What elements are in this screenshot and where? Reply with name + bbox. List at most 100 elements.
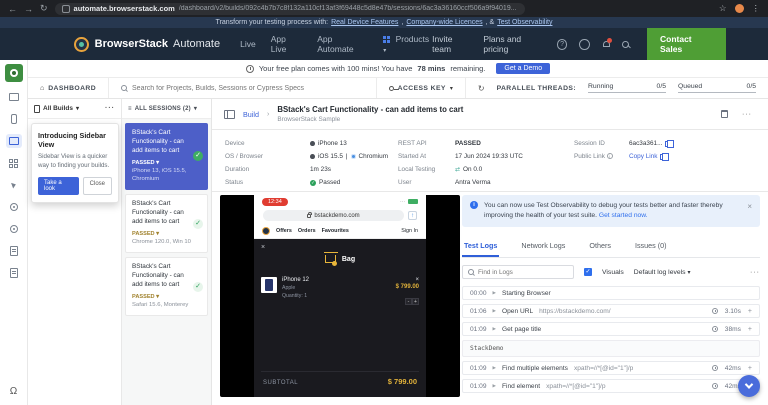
bookmark-star-icon[interactable]: ☆ bbox=[719, 3, 727, 14]
account-icon[interactable] bbox=[579, 38, 590, 50]
tab-test-logs[interactable]: Test Logs bbox=[462, 237, 500, 258]
nav-orders[interactable]: Orders bbox=[298, 228, 316, 234]
sessions-panel-header[interactable]: ≡ ALL SESSIONS (2) ▾ bbox=[122, 99, 211, 119]
automate-icon[interactable] bbox=[5, 134, 22, 148]
collapse-sidebar-icon[interactable] bbox=[224, 109, 235, 119]
search-input[interactable] bbox=[132, 84, 364, 92]
dashboard-button[interactable]: ⌂ DASHBOARD bbox=[28, 78, 110, 98]
contact-sales-button[interactable]: Contact Sales bbox=[647, 28, 726, 60]
all-builds-dropdown[interactable]: All Builds bbox=[43, 105, 73, 112]
app-automate-icon[interactable] bbox=[6, 156, 22, 170]
session-status-dropdown[interactable]: PASSED ▾ bbox=[132, 293, 193, 300]
chevron-down-icon[interactable]: ▾ bbox=[76, 105, 79, 112]
search-icon[interactable] bbox=[622, 40, 629, 48]
copy-icon[interactable] bbox=[660, 152, 670, 161]
app-live-icon[interactable] bbox=[6, 112, 22, 126]
session-more-icon[interactable]: ··· bbox=[742, 111, 752, 118]
play-icon[interactable]: ▶ bbox=[493, 326, 496, 332]
invite-team-button[interactable]: Invite team bbox=[432, 34, 471, 54]
take-a-look-button[interactable]: Take a look bbox=[38, 176, 79, 195]
global-search[interactable] bbox=[109, 78, 377, 98]
builds-more-icon[interactable]: ··· bbox=[105, 105, 115, 112]
get-started-link[interactable]: Get started now. bbox=[599, 212, 648, 219]
percy-icon[interactable] bbox=[6, 178, 22, 192]
nav-products[interactable]: Products ▾ bbox=[383, 34, 432, 54]
session-video-player[interactable]: 12:34 ··· bstackdemo.com ↑ Offers Orders… bbox=[220, 195, 460, 397]
support-headset-icon[interactable]: Ω bbox=[10, 386, 17, 397]
promo-link-licences[interactable]: Company-wide Licences bbox=[406, 19, 482, 26]
forward-icon[interactable]: → bbox=[24, 4, 33, 14]
queued-threads: Queued 0/5 bbox=[678, 83, 756, 93]
expand-icon[interactable]: + bbox=[748, 308, 752, 315]
refresh-icon[interactable]: ↻ bbox=[40, 3, 48, 14]
close-banner-icon[interactable]: × bbox=[747, 201, 752, 221]
access-key-dropdown[interactable]: ACCESS KEY ▾ bbox=[377, 78, 466, 98]
close-button[interactable]: Close bbox=[82, 176, 112, 195]
nav-app-live[interactable]: App Live bbox=[271, 34, 303, 54]
code-quality-icon[interactable] bbox=[6, 266, 22, 280]
accessibility-icon[interactable] bbox=[6, 222, 22, 236]
play-icon[interactable]: ▶ bbox=[493, 365, 496, 371]
tab-issues[interactable]: Issues (0) bbox=[633, 237, 669, 257]
copy-icon[interactable] bbox=[665, 139, 675, 148]
session-card[interactable]: BStack's Cart Functionality - can add it… bbox=[125, 256, 208, 316]
chat-widget-button[interactable] bbox=[738, 375, 760, 397]
live-icon[interactable] bbox=[6, 90, 22, 104]
breadcrumb-build[interactable]: Build bbox=[243, 110, 259, 119]
log-row[interactable]: 01:09 ▶ Find element xpath=//*[@id="1"]/p… bbox=[462, 379, 760, 394]
log-row[interactable]: 01:09 ▶ Get page title 38ms + bbox=[462, 322, 760, 337]
session-status-dropdown[interactable]: PASSED ▾ bbox=[132, 159, 193, 166]
nav-offers[interactable]: Offers bbox=[276, 228, 292, 234]
phone-address-bar[interactable]: bstackdemo.com bbox=[263, 210, 404, 221]
session-status-dropdown[interactable]: PASSED ▾ bbox=[132, 230, 193, 237]
site-info-icon[interactable] bbox=[61, 4, 70, 13]
tab-network-logs[interactable]: Network Logs bbox=[519, 237, 567, 257]
log-row[interactable]: 00:00 ▶ Starting Browser bbox=[462, 286, 760, 301]
back-icon[interactable]: ← bbox=[8, 4, 17, 14]
visuals-checkbox[interactable]: ✓ bbox=[584, 268, 592, 277]
expand-icon[interactable]: + bbox=[748, 326, 752, 333]
browserstack-logo[interactable] bbox=[74, 36, 89, 52]
nav-live[interactable]: Live bbox=[240, 39, 256, 49]
close-cart-icon[interactable]: × bbox=[261, 244, 419, 251]
session-card[interactable]: BStack's Cart Functionality - can add it… bbox=[125, 193, 208, 253]
tab-others[interactable]: Others bbox=[587, 237, 613, 257]
get-a-demo-button[interactable]: Get a Demo bbox=[496, 63, 551, 74]
sign-in-link[interactable]: Sign In bbox=[401, 228, 418, 234]
quantity-stepper[interactable]: - + bbox=[405, 298, 419, 305]
find-in-logs-input[interactable] bbox=[478, 268, 568, 276]
share-icon[interactable]: ↑ bbox=[408, 211, 417, 220]
log-row[interactable]: 01:06 ▶ Open URL https://bstackdemo.com/ … bbox=[462, 304, 760, 319]
log-more-icon[interactable]: ··· bbox=[750, 269, 760, 276]
notifications-bell-icon[interactable] bbox=[602, 37, 613, 49]
automate-product-tile[interactable] bbox=[4, 64, 23, 82]
log-row[interactable]: 01:09 ▶ Find multiple elements xpath=//*[… bbox=[462, 361, 760, 376]
play-icon[interactable]: ▶ bbox=[493, 383, 496, 389]
nav-favourites[interactable]: Favourites bbox=[322, 228, 349, 234]
play-icon[interactable]: ▶ bbox=[493, 290, 496, 296]
delete-session-icon[interactable] bbox=[721, 110, 728, 118]
expand-icon[interactable]: + bbox=[748, 365, 752, 372]
help-icon[interactable]: ? bbox=[556, 38, 568, 50]
log-levels-dropdown[interactable]: Default log levels ▾ bbox=[634, 269, 691, 276]
find-in-logs[interactable] bbox=[462, 265, 574, 280]
brand-name[interactable]: BrowserStack bbox=[95, 38, 168, 50]
session-card-selected[interactable]: BStack's Cart Functionality - can add it… bbox=[125, 123, 208, 190]
session-environment: Safari 15.6, Monterey bbox=[132, 301, 189, 308]
play-icon[interactable]: ▶ bbox=[493, 308, 496, 314]
browser-menu-icon[interactable]: ⋮ bbox=[752, 3, 761, 14]
browser-profile-avatar[interactable] bbox=[734, 4, 744, 13]
log-tabs: Test Logs Network Logs Others Issues (0) bbox=[462, 237, 760, 259]
promo-link-observability[interactable]: Test Observability bbox=[497, 19, 552, 26]
session-header: Build › BStack's Cart Functionality - ca… bbox=[212, 99, 768, 130]
address-bar[interactable]: automate.browserstack.com /dashboard/v2/… bbox=[54, 2, 525, 15]
device-value: iPhone 13 bbox=[318, 140, 347, 147]
refresh-icon[interactable]: ↻ bbox=[478, 84, 485, 93]
nav-app-automate[interactable]: App Automate bbox=[317, 34, 368, 54]
test-management-icon[interactable] bbox=[6, 244, 22, 258]
copy-link-button[interactable]: Copy Link bbox=[629, 153, 657, 160]
remove-item-icon[interactable]: × bbox=[396, 277, 419, 283]
turboscale-icon[interactable] bbox=[6, 200, 22, 214]
plans-pricing-button[interactable]: Plans and pricing bbox=[483, 34, 544, 54]
promo-link-real-device[interactable]: Real Device Features bbox=[331, 19, 398, 26]
